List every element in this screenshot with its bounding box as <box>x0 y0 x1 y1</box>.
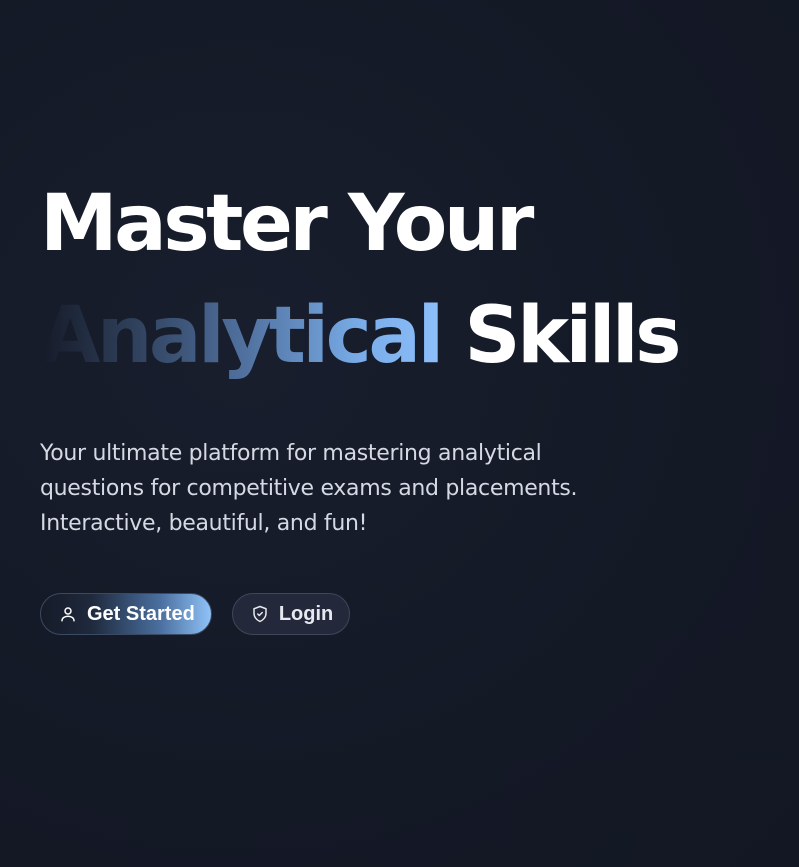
login-label: Login <box>278 602 334 625</box>
hero-title-rest: Skills <box>464 291 681 381</box>
subtitle-line: Interactive, beautiful, and fun! <box>40 511 368 536</box>
hero-title: Master Your Analytical Skills <box>40 168 780 392</box>
subtitle-line: Your ultimate platform for mastering ana… <box>40 441 542 466</box>
shield-icon <box>251 605 269 623</box>
hero-actions: Get Started Login <box>40 593 780 635</box>
hero-title-accent: Analytical <box>40 291 444 381</box>
login-button[interactable]: Login <box>231 593 351 635</box>
subtitle-line: questions for competitive exams and plac… <box>40 476 578 501</box>
hero-section: Master Your Analytical Skills Your ultim… <box>40 168 780 635</box>
hero-title-line1: Master Your <box>40 179 534 269</box>
get-started-label: Get Started <box>87 602 195 625</box>
user-icon <box>59 605 77 623</box>
get-started-button[interactable]: Get Started <box>40 593 212 635</box>
hero-subtitle: Your ultimate platform for mastering ana… <box>40 436 640 541</box>
hero-title-line2: Analytical Skills <box>40 280 780 392</box>
